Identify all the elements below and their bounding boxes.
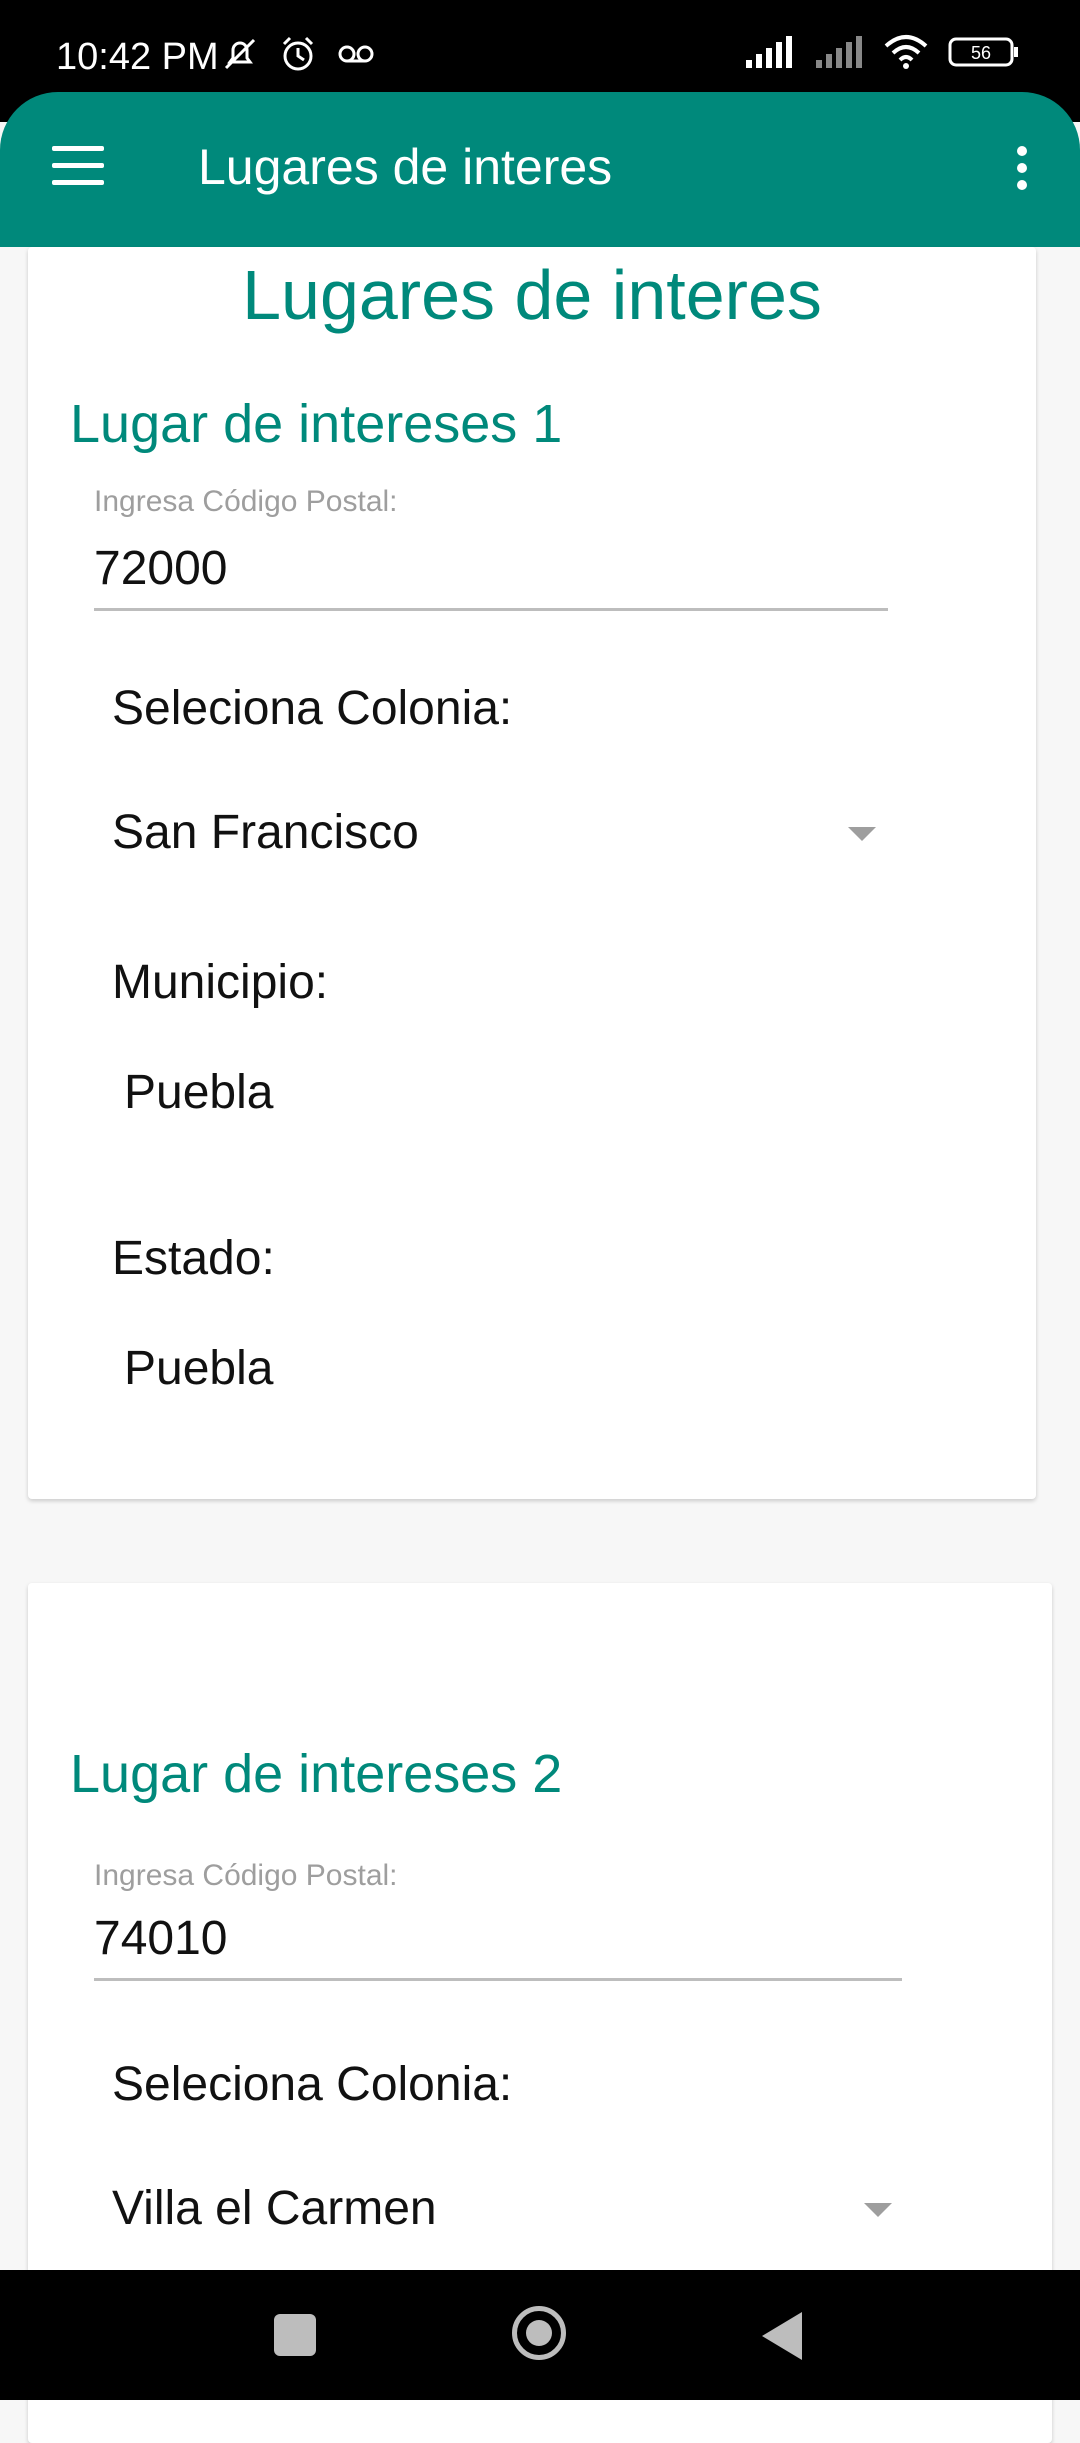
dropdown-arrow-icon bbox=[848, 827, 876, 841]
postal-code-input[interactable] bbox=[94, 541, 888, 611]
battery-level: 56 bbox=[971, 43, 991, 63]
page-title: Lugares de interes bbox=[242, 256, 822, 334]
status-time: 10:42 PM bbox=[56, 36, 219, 78]
recents-icon[interactable] bbox=[274, 2314, 316, 2356]
status-icons-left bbox=[220, 34, 376, 74]
municipio-value: Puebla bbox=[124, 1066, 274, 1119]
home-icon[interactable] bbox=[512, 2306, 566, 2360]
navigation-bar bbox=[0, 2270, 1080, 2400]
colonia-label: Seleciona Colonia: bbox=[112, 682, 513, 735]
mute-icon bbox=[220, 34, 260, 74]
app-bar-title: Lugares de interes bbox=[198, 139, 613, 195]
battery-icon: 56 bbox=[948, 36, 1020, 68]
place-title: Lugar de intereses 2 bbox=[70, 1744, 563, 1804]
signal-icon bbox=[744, 34, 794, 70]
colonia-label: Seleciona Colonia: bbox=[112, 2058, 513, 2111]
voicemail-icon bbox=[336, 34, 376, 74]
dropdown-arrow-icon bbox=[864, 2203, 892, 2217]
overflow-menu-icon[interactable] bbox=[1012, 146, 1032, 202]
wifi-icon bbox=[884, 34, 928, 70]
status-icons-right: 56 bbox=[744, 34, 1020, 70]
postal-code-input[interactable] bbox=[94, 1911, 902, 1981]
estado-label: Estado: bbox=[112, 1232, 275, 1285]
estado-value: Puebla bbox=[124, 1342, 274, 1395]
back-icon[interactable] bbox=[762, 2312, 802, 2360]
colonia-selected: San Francisco bbox=[112, 806, 419, 859]
menu-icon[interactable] bbox=[52, 146, 104, 186]
postal-code-label: Ingresa Código Postal: bbox=[94, 485, 398, 518]
place-title: Lugar de intereses 1 bbox=[70, 394, 563, 454]
place-card-1: Lugares de interes Lugar de intereses 1 … bbox=[28, 247, 1036, 1499]
municipio-label: Municipio: bbox=[112, 956, 329, 1009]
alarm-icon bbox=[278, 34, 318, 74]
colonia-dropdown[interactable]: San Francisco bbox=[112, 805, 876, 875]
postal-code-label: Ingresa Código Postal: bbox=[94, 1859, 398, 1892]
colonia-dropdown[interactable]: Villa el Carmen bbox=[112, 2181, 892, 2251]
signal-icon bbox=[814, 34, 864, 70]
app-bar: Lugares de interes bbox=[0, 92, 1080, 247]
colonia-selected: Villa el Carmen bbox=[112, 2182, 437, 2235]
